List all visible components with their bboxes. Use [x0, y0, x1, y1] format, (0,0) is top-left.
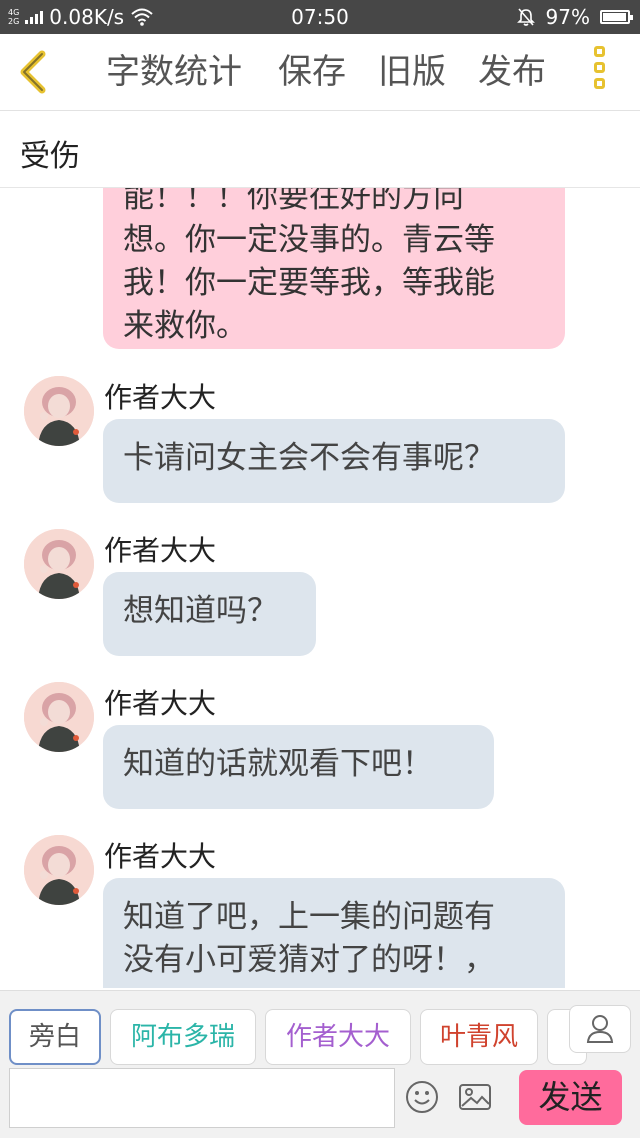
- message-line: 想知道吗？: [123, 593, 278, 629]
- author-name: 作者大大: [104, 381, 217, 414]
- add-character-button[interactable]: [569, 1005, 631, 1053]
- character-chip-abuduorui[interactable]: 阿布多瑞: [110, 1009, 256, 1065]
- message-bubble-pink[interactable]: 能！！！你要往好的方向 想。你一定没事的。青云等 我！你一定要等我，等我能 来救…: [103, 188, 565, 349]
- message-line: 来救你。: [123, 308, 247, 344]
- author-name: 作者大大: [104, 840, 217, 873]
- mute-bell-icon: [516, 8, 535, 26]
- image-icon[interactable]: [458, 1080, 492, 1114]
- avatar-portrait-icon: [24, 835, 94, 905]
- chat-area[interactable]: 能！！！你要往好的方向 想。你一定没事的。青云等 我！你一定要等我，等我能 来救…: [0, 188, 640, 988]
- message-line: 卡请问女主会不会有事呢？: [123, 440, 495, 476]
- chapter-title[interactable]: 受伤: [20, 131, 80, 175]
- message-bubble[interactable]: 知道了吧，上一集的问题有 没有小可爱猜对了的呀！，: [103, 878, 565, 988]
- message-line: 知道了吧，上一集的问题有: [123, 899, 495, 935]
- chapter-title-bar: 受伤: [0, 111, 640, 188]
- avatar[interactable]: [24, 682, 94, 752]
- message-line: 能！！！你要往好的方向: [123, 188, 464, 215]
- more-menu-icon[interactable]: [594, 46, 616, 100]
- character-chip-yeqingfeng[interactable]: 叶青风: [420, 1009, 538, 1065]
- character-chip-author[interactable]: 作者大大: [265, 1009, 411, 1065]
- message-bubble[interactable]: 想知道吗？: [103, 572, 316, 656]
- word-count-button[interactable]: 字数统计: [106, 50, 242, 94]
- author-name: 作者大大: [104, 687, 217, 720]
- message-line: 知道的话就观看下吧！: [123, 746, 433, 782]
- status-bar: 4G 2G 0.08K/s 07:50 97%: [0, 0, 640, 34]
- input-bar: 发送: [0, 1066, 640, 1138]
- avatar-portrait-icon: [24, 682, 94, 752]
- character-selector: 旁白 阿布多瑞 作者大大 叶青风: [0, 990, 640, 1067]
- message-line: 想。你一定没事的。青云等: [123, 222, 495, 258]
- message-bubble[interactable]: 卡请问女主会不会有事呢？: [103, 419, 565, 503]
- battery-icon: [600, 10, 633, 24]
- person-icon: [586, 1015, 614, 1043]
- back-chevron-icon[interactable]: [14, 50, 54, 94]
- emoji-icon[interactable]: [405, 1080, 439, 1114]
- editor-toolbar: 字数统计 保存 旧版 发布: [0, 34, 640, 111]
- avatar-portrait-icon: [24, 376, 94, 446]
- message-input[interactable]: [9, 1068, 395, 1128]
- message-bubble[interactable]: 知道的话就观看下吧！: [103, 725, 494, 809]
- battery-percent: 97%: [545, 5, 590, 29]
- author-name: 作者大大: [104, 534, 217, 567]
- message-line: 没有小可爱猜对了的呀！，: [123, 942, 495, 978]
- send-button[interactable]: 发送: [519, 1070, 622, 1125]
- old-version-button[interactable]: 旧版: [378, 50, 446, 94]
- message-line: 我！你一定要等我，等我能: [123, 265, 495, 301]
- save-button[interactable]: 保存: [278, 50, 346, 94]
- avatar[interactable]: [24, 835, 94, 905]
- character-chip-narrator[interactable]: 旁白: [9, 1009, 101, 1065]
- avatar[interactable]: [24, 376, 94, 446]
- avatar[interactable]: [24, 529, 94, 599]
- publish-button[interactable]: 发布: [478, 50, 546, 94]
- avatar-portrait-icon: [24, 529, 94, 599]
